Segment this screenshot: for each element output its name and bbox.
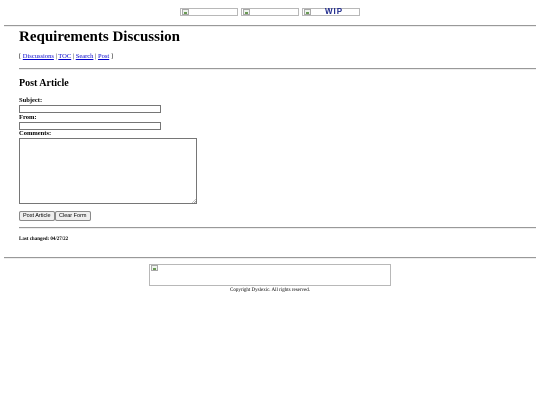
nav-links: [ Discussions | TOC | Search | Post ] — [19, 53, 113, 60]
comments-textarea[interactable] — [19, 138, 197, 204]
page-title: Requirements Discussion — [19, 29, 180, 45]
footer-image — [149, 264, 391, 286]
nav-link-post[interactable]: Post — [98, 53, 109, 60]
nav-link-search[interactable]: Search — [76, 53, 94, 60]
broken-image-icon — [151, 265, 158, 271]
subject-label: Subject: — [19, 97, 43, 104]
last-changed: Last changed: 04/27/22 — [19, 237, 69, 242]
copyright: Copyright Dyslexic. All rights reserved. — [230, 288, 310, 293]
clear-form-button[interactable]: Clear Form — [55, 211, 91, 221]
nav-link-toc[interactable]: TOC — [58, 53, 71, 60]
comments-label: Comments: — [19, 130, 52, 137]
top-divider — [4, 25, 536, 27]
nav-link-discussions[interactable]: Discussions — [23, 53, 54, 60]
from-label: From: — [19, 114, 37, 121]
from-input[interactable] — [19, 122, 161, 130]
banner-image-1 — [180, 8, 238, 16]
broken-image-icon — [243, 9, 250, 15]
post-article-button[interactable]: Post Article — [19, 211, 55, 221]
form-heading: Post Article — [19, 78, 69, 89]
nav-divider — [19, 68, 536, 70]
banner: WIP — [0, 7, 540, 18]
subject-input[interactable] — [19, 105, 161, 113]
nav-bracket-close: ] — [109, 53, 113, 60]
banner-image-wip: WIP — [302, 7, 360, 16]
broken-image-icon — [304, 9, 311, 15]
broken-image-icon — [182, 9, 189, 15]
bottom-divider — [4, 257, 536, 259]
form-divider — [19, 227, 536, 229]
wip-label: WIP — [325, 7, 344, 16]
resize-grip-icon[interactable] — [192, 199, 196, 203]
banner-image-2 — [241, 8, 299, 16]
